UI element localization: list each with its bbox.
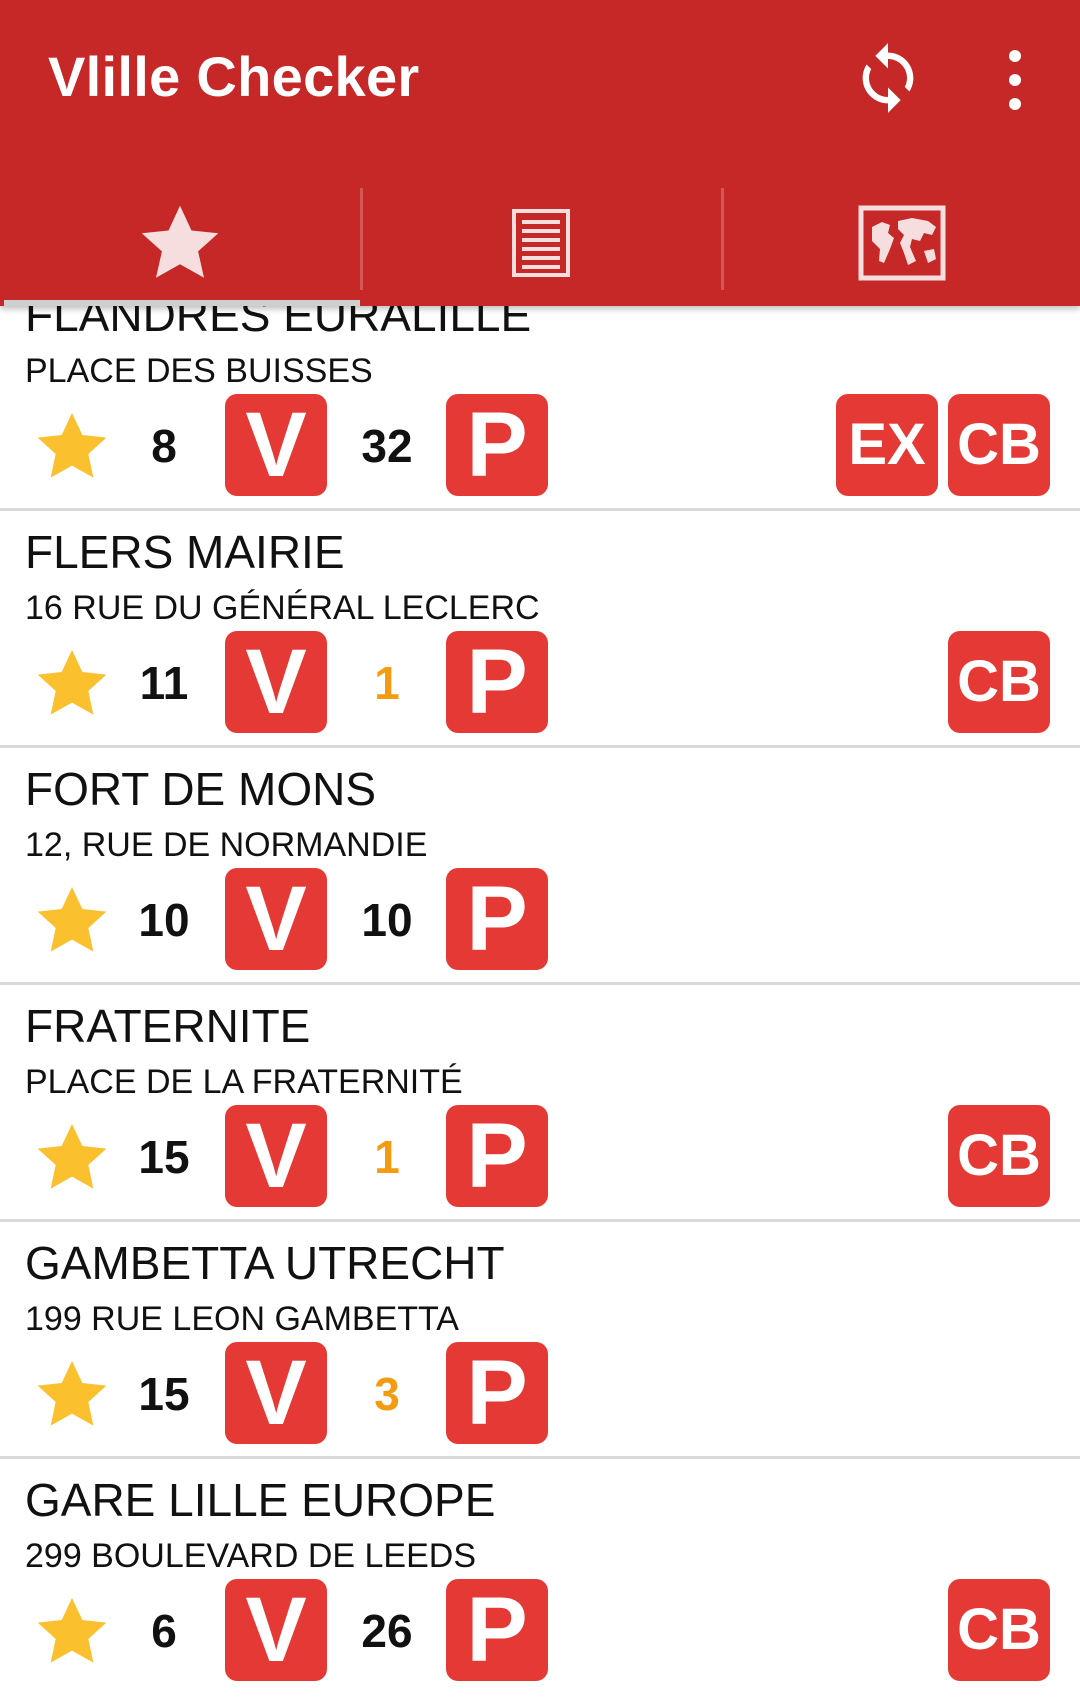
station-item[interactable]: FRATERNITE PLACE DE LA FRATERNITÉ 15 V 1… xyxy=(0,985,1080,1222)
favorite-star-icon[interactable] xyxy=(32,1119,112,1199)
stands-count: 26 xyxy=(361,1605,413,1657)
station-name: FLANDRES EURALILLE xyxy=(25,306,532,341)
stands-p-badge: P xyxy=(446,1342,548,1444)
station-item[interactable]: GARE LILLE EUROPE 299 BOULEVARD DE LEEDS… xyxy=(0,1459,1080,1696)
bikes-count: 15 xyxy=(138,1368,190,1420)
favorite-star-icon[interactable] xyxy=(32,645,112,725)
station-address: PLACE DES BUISSES xyxy=(25,352,373,390)
stands-count: 32 xyxy=(361,420,413,472)
cb-badge: CB xyxy=(948,1579,1050,1681)
bikes-v-badge: V xyxy=(225,868,327,970)
favorite-star-icon[interactable] xyxy=(32,1593,112,1673)
list-icon xyxy=(512,209,570,277)
bikes-v-badge: V xyxy=(225,1342,327,1444)
cb-badge: CB xyxy=(948,394,1050,496)
stands-count: 1 xyxy=(374,1131,400,1183)
bikes-v-badge: V xyxy=(225,1105,327,1207)
bikes-count: 11 xyxy=(139,657,189,709)
tab-favorites[interactable] xyxy=(0,180,360,306)
refresh-icon xyxy=(862,43,914,113)
refresh-button[interactable] xyxy=(850,40,926,116)
favorite-star-icon[interactable] xyxy=(32,882,112,962)
tab-bar xyxy=(0,180,1080,306)
station-item[interactable]: GAMBETTA UTRECHT 199 RUE LEON GAMBETTA 1… xyxy=(0,1222,1080,1459)
stands-count: 10 xyxy=(361,894,413,946)
station-address: 16 RUE DU GÉNÉRAL LECLERC xyxy=(25,589,540,627)
bikes-count: 10 xyxy=(138,894,190,946)
station-name: FRATERNITE xyxy=(25,1000,311,1052)
overflow-menu-button[interactable] xyxy=(990,44,1040,116)
station-name: FORT DE MONS xyxy=(25,763,376,815)
bikes-count: 15 xyxy=(138,1131,190,1183)
station-address: 12, RUE DE NORMANDIE xyxy=(25,826,428,864)
star-icon xyxy=(141,205,219,278)
tab-selected-indicator xyxy=(4,300,360,306)
station-name: GAMBETTA UTRECHT xyxy=(25,1237,505,1289)
tab-map[interactable] xyxy=(722,180,1080,306)
app-bar: Vlille Checker xyxy=(0,0,1080,306)
station-list[interactable]: FLANDRES EURALILLE PLACE DES BUISSES 8 V… xyxy=(0,306,1080,1699)
station-address: PLACE DE LA FRATERNITÉ xyxy=(25,1063,463,1101)
favorite-star-icon[interactable] xyxy=(32,1356,112,1436)
station-item[interactable]: FORT DE MONS 12, RUE DE NORMANDIE 10 V 1… xyxy=(0,748,1080,985)
station-item[interactable]: FLANDRES EURALILLE PLACE DES BUISSES 8 V… xyxy=(0,306,1080,511)
stands-p-badge: P xyxy=(446,631,548,733)
bikes-count: 6 xyxy=(151,1605,177,1657)
bikes-count: 8 xyxy=(151,420,177,472)
more-vert-icon xyxy=(1009,50,1021,110)
cb-badge: CB xyxy=(948,631,1050,733)
bikes-v-badge: V xyxy=(225,1579,327,1681)
station-item[interactable]: FLERS MAIRIE 16 RUE DU GÉNÉRAL LECLERC 1… xyxy=(0,511,1080,748)
stands-p-badge: P xyxy=(446,394,548,496)
ex-badge: EX xyxy=(836,394,938,496)
stands-p-badge: P xyxy=(446,1105,548,1207)
stands-count: 3 xyxy=(374,1368,400,1420)
stands-p-badge: P xyxy=(446,868,548,970)
bikes-v-badge: V xyxy=(225,394,327,496)
favorite-star-icon[interactable] xyxy=(32,408,112,488)
tab-list[interactable] xyxy=(361,180,721,306)
stands-p-badge: P xyxy=(446,1579,548,1681)
cb-badge: CB xyxy=(948,1105,1050,1207)
station-address: 199 RUE LEON GAMBETTA xyxy=(25,1300,459,1338)
station-address: 299 BOULEVARD DE LEEDS xyxy=(25,1537,476,1575)
station-name: GARE LILLE EUROPE xyxy=(25,1474,496,1526)
app-title: Vlille Checker xyxy=(48,45,420,108)
stands-count: 1 xyxy=(374,657,400,709)
map-icon xyxy=(858,205,946,281)
station-name: FLERS MAIRIE xyxy=(25,526,345,578)
bikes-v-badge: V xyxy=(225,631,327,733)
